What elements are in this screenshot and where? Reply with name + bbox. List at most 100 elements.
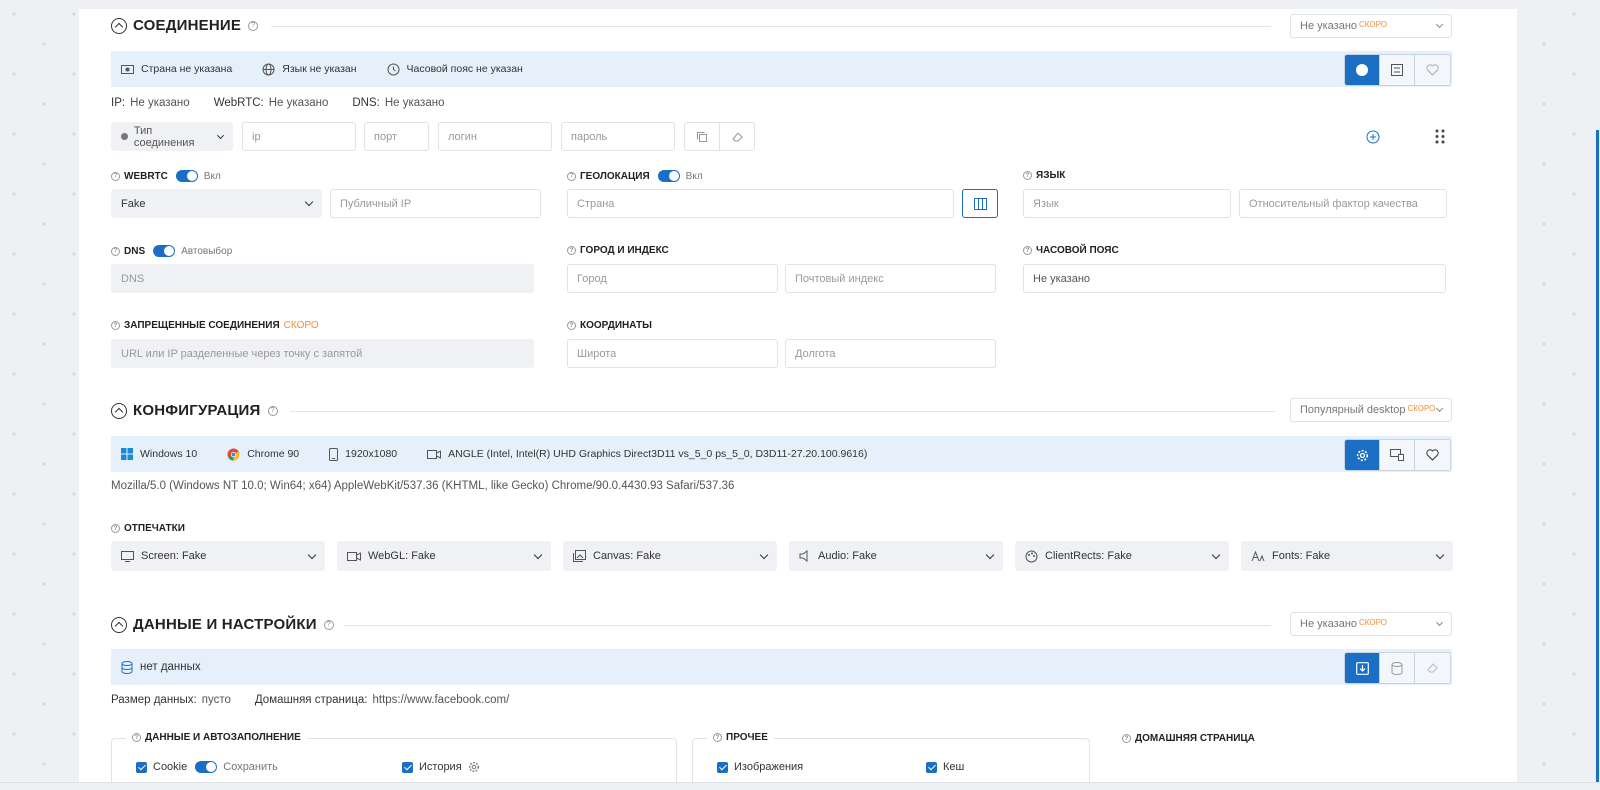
circle-icon xyxy=(1356,64,1368,76)
paste-proxy-button[interactable] xyxy=(684,122,720,151)
database-icon xyxy=(1391,661,1403,675)
blocked-connections-input[interactable]: URL или IP разделенные через точку с зап… xyxy=(111,339,534,368)
quality-factor-input[interactable]: Относительный фактор качества xyxy=(1239,189,1447,218)
gpu-value: ANGLE (Intel, Intel(R) UHD Graphics Dire… xyxy=(448,448,868,460)
fingerprints-label-text: ОТПЕЧАТКИ xyxy=(124,523,185,534)
chevron-down-icon xyxy=(307,550,317,559)
checkbox-checked-icon[interactable] xyxy=(402,761,413,773)
data-section-header[interactable]: ДАННЫЕ И НАСТРОЙКИ ? xyxy=(111,616,334,633)
timezone-status: Часовой пояс не указан xyxy=(406,63,523,75)
help-icon[interactable]: ? xyxy=(323,619,334,630)
help-icon[interactable]: ? xyxy=(567,246,576,255)
webrtc-toggle[interactable] xyxy=(175,170,198,182)
webrtc-mode-value: Fake xyxy=(121,197,146,210)
webrtc-mode-select[interactable]: Fake xyxy=(111,189,322,218)
help-icon[interactable]: ? xyxy=(713,733,722,742)
collapse-chevron-icon[interactable] xyxy=(111,616,127,633)
heart-icon xyxy=(1426,449,1439,461)
proxy-type-select[interactable]: Тип соединения xyxy=(111,122,233,151)
clear-data-button[interactable] xyxy=(1415,653,1450,683)
help-icon[interactable]: ? xyxy=(567,171,576,181)
proxy-login-input[interactable]: логин xyxy=(438,122,552,151)
cookie-save-toggle[interactable] xyxy=(195,761,218,773)
config-preset-select[interactable]: Популярный desktop СКОРО xyxy=(1290,398,1452,422)
map-icon xyxy=(973,197,987,210)
help-icon[interactable]: ? xyxy=(267,405,278,416)
connection-summary-bar: Страна не указана Язык не указан Часовой… xyxy=(111,51,1452,87)
clear-proxy-button[interactable] xyxy=(719,122,755,151)
config-favorite-button[interactable] xyxy=(1415,440,1450,470)
help-icon[interactable]: ? xyxy=(1122,734,1131,743)
proxy-settings-button[interactable] xyxy=(1380,55,1415,85)
city-input[interactable]: Город xyxy=(567,264,778,293)
images-checkbox[interactable]: Изображения xyxy=(717,761,803,773)
help-icon[interactable]: ? xyxy=(1023,171,1032,180)
connection-section-header[interactable]: СОЕДИНЕНИЕ ? xyxy=(111,17,259,34)
homepage-info-value: https://www.facebook.com/ xyxy=(372,694,510,706)
user-agent-text[interactable]: Mozilla/5.0 (Windows NT 10.0; Win64; x64… xyxy=(111,480,734,492)
preset-value: Популярный desktop xyxy=(1300,404,1406,416)
webrtc-info-value: Не указано xyxy=(268,97,329,109)
data-info-line: Размер данных: пусто Домашняя страница: ht… xyxy=(111,694,533,706)
images-label: Изображения xyxy=(734,761,804,773)
video-card-icon xyxy=(427,449,442,459)
collapse-chevron-icon[interactable] xyxy=(111,402,127,419)
help-icon[interactable]: ? xyxy=(248,20,259,31)
public-ip-input[interactable]: Публичный IP xyxy=(330,189,541,218)
config-devices-button[interactable] xyxy=(1380,440,1415,470)
help-icon[interactable]: ? xyxy=(111,524,120,533)
checkbox-checked-icon[interactable] xyxy=(717,761,728,773)
drag-handle-icon[interactable] xyxy=(1435,129,1445,144)
config-settings-button[interactable] xyxy=(1345,440,1380,470)
connection-preset-select[interactable]: Не указано СКОРО xyxy=(1290,14,1452,38)
proxy-ip-input[interactable]: ip xyxy=(242,122,356,151)
dns-info-label: DNS: xyxy=(352,97,380,109)
cache-checkbox[interactable]: Кеш xyxy=(926,761,964,773)
coordinates-label-text: КООРДИНАТЫ xyxy=(580,320,652,331)
gear-icon[interactable] xyxy=(468,761,480,773)
geolocation-toggle[interactable] xyxy=(657,170,680,182)
help-icon[interactable]: ? xyxy=(111,171,120,181)
dns-input[interactable]: DNS xyxy=(111,264,534,293)
fonts-fingerprint-select[interactable]: Fonts: Fake xyxy=(1241,541,1453,571)
clientrects-fingerprint-select[interactable]: ClientRects: Fake xyxy=(1015,541,1229,571)
proxy-mode-button[interactable] xyxy=(1345,55,1380,85)
help-icon[interactable]: ? xyxy=(132,733,141,742)
eraser-icon xyxy=(731,131,743,141)
latitude-input[interactable]: Широта xyxy=(567,339,778,368)
data-preset-select[interactable]: Не указано СКОРО xyxy=(1290,612,1452,636)
collapse-chevron-icon[interactable] xyxy=(111,17,127,34)
history-checkbox[interactable]: История xyxy=(402,761,480,773)
screen-fingerprint-select[interactable]: Screen: Fake xyxy=(111,541,325,571)
geo-country-input[interactable]: Страна xyxy=(567,189,954,218)
config-section-header[interactable]: КОНФИГУРАЦИЯ ? xyxy=(111,402,278,419)
proxy-port-input[interactable]: порт xyxy=(364,122,429,151)
help-icon[interactable]: ? xyxy=(567,321,576,330)
longitude-input[interactable]: Долгота xyxy=(785,339,996,368)
canvas-fingerprint-value: Canvas: Fake xyxy=(593,550,661,562)
audio-fingerprint-select[interactable]: Audio: Fake xyxy=(789,541,1003,571)
checkbox-checked-icon[interactable] xyxy=(926,761,937,773)
zip-input[interactable]: Почтовый индекс xyxy=(785,264,996,293)
checkbox-checked-icon[interactable] xyxy=(136,761,147,773)
help-icon[interactable]: ? xyxy=(111,321,120,330)
dns-toggle[interactable] xyxy=(153,245,176,257)
timezone-select[interactable]: Не указано xyxy=(1023,264,1446,293)
cookie-checkbox[interactable]: Cookie Сохранить xyxy=(136,761,278,773)
windows-icon xyxy=(121,448,133,460)
proxy-password-input[interactable]: пароль xyxy=(561,122,675,151)
storage-button[interactable] xyxy=(1380,653,1415,683)
palette-icon xyxy=(1025,550,1038,562)
dns-label-text: DNS xyxy=(124,245,146,257)
map-button[interactable] xyxy=(962,189,998,218)
language-input[interactable]: Язык xyxy=(1023,189,1231,218)
help-icon[interactable]: ? xyxy=(1023,246,1032,255)
add-proxy-icon[interactable] xyxy=(1366,130,1380,144)
canvas-fingerprint-select[interactable]: Canvas: Fake xyxy=(563,541,777,571)
audio-fingerprint-value: Audio: Fake xyxy=(818,550,877,562)
favorite-button[interactable] xyxy=(1415,55,1450,85)
help-icon[interactable]: ? xyxy=(111,246,120,256)
import-data-button[interactable] xyxy=(1345,653,1380,683)
webgl-fingerprint-select[interactable]: WebGL: Fake xyxy=(337,541,551,571)
page-scrollbar[interactable] xyxy=(1596,130,1599,790)
